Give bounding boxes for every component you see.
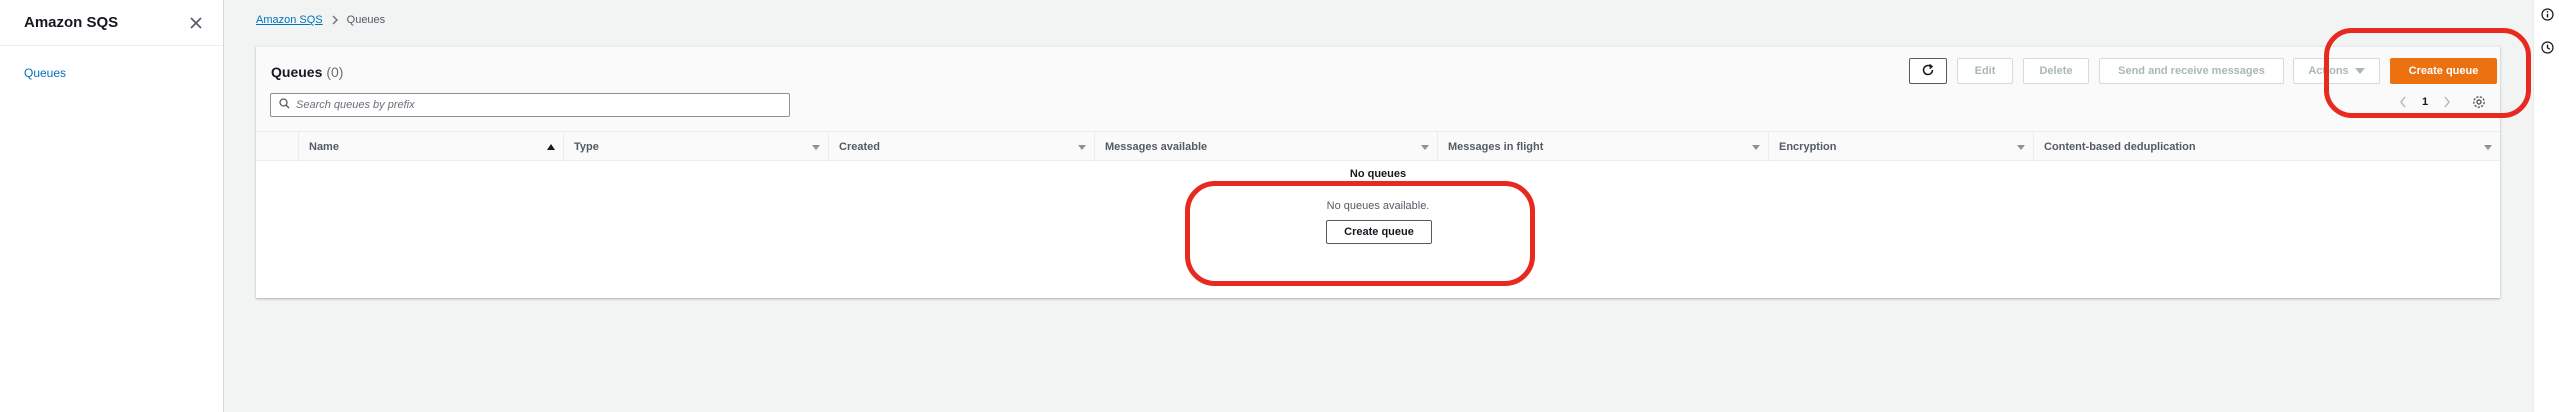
table-header-selection <box>256 132 298 162</box>
actions-dropdown[interactable]: Actions <box>2293 58 2380 84</box>
column-header-encryption[interactable]: Encryption <box>1768 132 2033 162</box>
sort-icon <box>1421 144 1429 150</box>
history-icon[interactable] <box>2540 40 2554 54</box>
close-icon[interactable] <box>185 12 207 34</box>
create-queue-button[interactable]: Create queue <box>2390 58 2497 84</box>
sidebar-header: Amazon SQS <box>0 0 223 46</box>
search-input[interactable] <box>296 99 789 111</box>
column-header-created[interactable]: Created <box>828 132 1094 162</box>
right-rail <box>2533 0 2559 412</box>
settings-icon[interactable] <box>2472 95 2486 109</box>
chevron-right-icon <box>331 15 339 25</box>
sidebar-nav: Queues <box>0 46 223 82</box>
column-header-content-based-deduplication[interactable]: Content-based deduplication <box>2033 132 2500 162</box>
column-label: Content-based deduplication <box>2044 141 2196 153</box>
column-header-type[interactable]: Type <box>563 132 828 162</box>
queues-panel: Queues (0) Edit Delete Send and receive m… <box>256 46 2500 298</box>
sort-icon <box>1752 144 1760 150</box>
sort-icon <box>1078 144 1086 150</box>
chevron-left-icon[interactable] <box>2398 95 2408 109</box>
sort-ascending-icon <box>547 144 555 150</box>
column-label: Created <box>839 141 880 153</box>
page-title: Queues (0) <box>271 64 343 80</box>
info-icon[interactable] <box>2540 7 2554 21</box>
refresh-icon <box>1921 63 1935 80</box>
page-number[interactable]: 1 <box>2422 96 2428 108</box>
table-header: Name Type Created Messages available Mes… <box>256 131 2500 162</box>
panel-header: Queues (0) Edit Delete Send and receive m… <box>256 47 2500 131</box>
column-label: Messages available <box>1105 141 1208 153</box>
empty-state-description: No queues available. <box>1326 200 1430 212</box>
caret-down-icon <box>2354 68 2365 74</box>
search-icon <box>279 96 290 114</box>
column-label: Messages in flight <box>1448 141 1544 153</box>
refresh-button[interactable] <box>1909 58 1947 84</box>
column-label: Type <box>574 141 599 153</box>
search-box[interactable] <box>270 93 790 117</box>
column-label: Name <box>309 141 339 153</box>
column-header-messages-available[interactable]: Messages available <box>1094 132 1437 162</box>
breadcrumb-current: Queues <box>346 14 386 26</box>
column-header-messages-in-flight[interactable]: Messages in flight <box>1437 132 1768 162</box>
sidebar: Amazon SQS Queues <box>0 0 224 412</box>
pagination: 1 <box>2398 95 2486 109</box>
column-label: Encryption <box>1779 141 1837 153</box>
column-header-name[interactable]: Name <box>298 132 563 162</box>
edit-button[interactable]: Edit <box>1957 58 2013 84</box>
panel-title-text: Queues <box>271 64 323 80</box>
breadcrumb: Amazon SQS Queues <box>256 14 385 26</box>
send-receive-messages-button[interactable]: Send and receive messages <box>2099 58 2284 84</box>
delete-button[interactable]: Delete <box>2023 58 2089 84</box>
actions-label: Actions <box>2308 65 2349 77</box>
sort-icon <box>812 144 820 150</box>
queue-count: (0) <box>326 64 344 80</box>
sort-icon <box>2017 144 2025 150</box>
sort-icon <box>2484 144 2492 150</box>
create-queue-empty-button[interactable]: Create queue <box>1326 220 1432 244</box>
sidebar-item-queues[interactable]: Queues <box>0 64 223 82</box>
chevron-right-icon[interactable] <box>2442 95 2452 109</box>
breadcrumb-link-amazon-sqs[interactable]: Amazon SQS <box>256 14 323 26</box>
empty-state-title: No queues <box>1349 168 1407 180</box>
sidebar-title: Amazon SQS <box>24 14 119 31</box>
